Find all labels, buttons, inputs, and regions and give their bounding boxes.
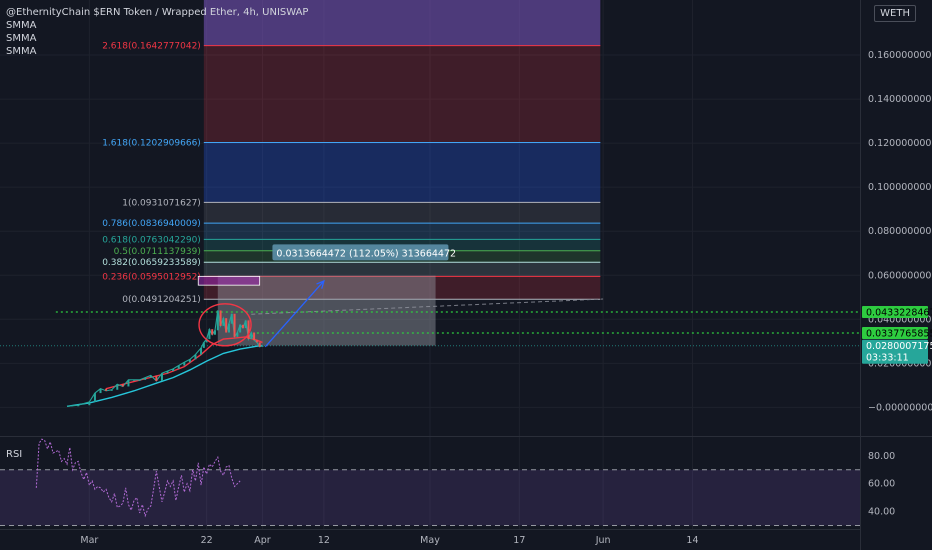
time-tick-label-2: Apr — [254, 535, 271, 546]
price-candle-36 — [239, 324, 242, 333]
price-candle-21 — [194, 354, 197, 360]
price-candle-35 — [236, 332, 239, 337]
time-tick-label-1: 22 — [201, 535, 213, 546]
indicator-smma-2[interactable]: SMMA — [6, 32, 308, 45]
price-candle-34 — [233, 313, 236, 337]
fib-level-label-5: 0.5(0.0711137939) — [114, 247, 201, 257]
measure-label-text: 0.0313664472 (112.05%) 313664472 — [276, 248, 456, 259]
fib-level-label-7: 0.236(0.0595012952) — [102, 272, 201, 282]
price-label-0: 0.0433228467 — [866, 307, 932, 318]
target-box[interactable] — [197, 275, 261, 286]
time-tick-label-0: Mar — [80, 535, 98, 546]
price-candle-41 — [253, 332, 256, 341]
price-tick-label-1: 0.1400000000 — [868, 94, 932, 105]
price-label-2: 0.0280007175 — [866, 341, 932, 352]
price-candle-13 — [149, 375, 152, 378]
price-candle-42 — [255, 340, 258, 343]
price-candle-37 — [241, 324, 244, 329]
fib-zone-3 — [203, 223, 601, 240]
price-tick-label-4: 0.0800000000 — [868, 226, 932, 237]
fib-level-label-8: 0(0.0491204251) — [122, 295, 201, 305]
price-candle-20 — [188, 359, 191, 363]
rsi-tick-label-1: 60.00 — [868, 479, 895, 490]
price-candle-17 — [172, 368, 175, 372]
rsi-legend-label[interactable]: RSI — [6, 449, 22, 460]
price-candle-25 — [208, 329, 211, 340]
price-candle-7 — [116, 384, 119, 390]
fib-level-label-2: 1(0.0931071627) — [122, 198, 201, 208]
price-tick-label-3: 0.1000000000 — [868, 182, 932, 193]
price-candle-4 — [99, 388, 102, 394]
price-tick-label-0: 0.1600000000 — [868, 50, 932, 61]
price-candle-30 — [222, 318, 225, 326]
rsi-tick-label-2: 40.00 — [868, 507, 895, 518]
price-candle-23 — [202, 342, 205, 348]
chart-legend: @EthernityChain $ERN Token / Wrapped Eth… — [6, 6, 308, 58]
fib-level-label-6: 0.382(0.0659233589) — [102, 258, 201, 268]
chart-canvas[interactable]: 2.618(0.1642777042)1.618(0.1202909666)1(… — [0, 0, 932, 550]
price-label-1: 0.0337765855 — [866, 328, 932, 339]
price-candle-6 — [110, 389, 113, 391]
time-tick-label-4: May — [420, 535, 440, 546]
price-candle-3 — [93, 393, 96, 402]
price-candle-26 — [211, 329, 214, 335]
rsi-tick-label-0: 80.00 — [868, 451, 895, 462]
fib-level-label-1: 1.618(0.1202909666) — [102, 138, 201, 148]
price-candle-29 — [219, 310, 222, 326]
fib-level-label-3: 0.786(0.0836940009) — [102, 219, 201, 229]
price-candle-33 — [230, 313, 233, 324]
time-tick-label-7: 14 — [686, 535, 698, 546]
indicator-smma-3[interactable]: SMMA — [6, 45, 308, 58]
price-tick-label-5: 0.0600000000 — [868, 270, 932, 281]
price-candle-14 — [155, 375, 158, 381]
price-candle-19 — [183, 362, 186, 366]
time-tick-label-6: Jun — [595, 535, 611, 546]
rsi-band-fill — [0, 469, 860, 526]
chart-title: @EthernityChain $ERN Token / Wrapped Eth… — [6, 7, 309, 18]
time-tick-label-5: 17 — [513, 535, 525, 546]
fib-level-label-4: 0.618(0.0763042290) — [102, 235, 201, 245]
price-candle-28 — [216, 310, 219, 331]
price-tick-label-2: 0.1200000000 — [868, 138, 932, 149]
price-candle-32 — [227, 323, 230, 333]
price-candle-27 — [214, 330, 216, 335]
price-candle-5 — [105, 388, 108, 391]
price-candle-15 — [160, 373, 163, 381]
price-candle-10 — [133, 379, 136, 381]
time-tick-label-3: 12 — [318, 535, 330, 546]
fib-zone-2 — [203, 202, 601, 224]
price-candle-9 — [127, 379, 130, 387]
price-candle-16 — [166, 371, 169, 374]
price-candle-18 — [177, 365, 180, 369]
price-candle-39 — [247, 320, 250, 340]
price-candle-11 — [138, 379, 141, 381]
fib-zone-0 — [203, 45, 601, 143]
price-candle-31 — [225, 318, 228, 333]
currency-button[interactable]: WETH — [874, 5, 916, 22]
price-tick-label-8: −0.0000000000 — [868, 402, 932, 413]
price-candle-2 — [88, 401, 91, 406]
price-candle-12 — [144, 377, 147, 380]
price-candle-8 — [121, 384, 124, 387]
price-candle-43 — [258, 342, 261, 347]
price-candle-1 — [77, 405, 80, 407]
fib-zone-6 — [203, 262, 601, 277]
fib-zone-1 — [203, 142, 601, 203]
price-candle-40 — [250, 332, 253, 340]
indicator-smma-1[interactable]: SMMA — [6, 19, 308, 32]
price-candle-44 — [261, 345, 264, 347]
price-candle-22 — [200, 347, 203, 355]
price-candle-38 — [244, 320, 247, 329]
price-label-countdown: 03:33:11 — [866, 353, 909, 364]
